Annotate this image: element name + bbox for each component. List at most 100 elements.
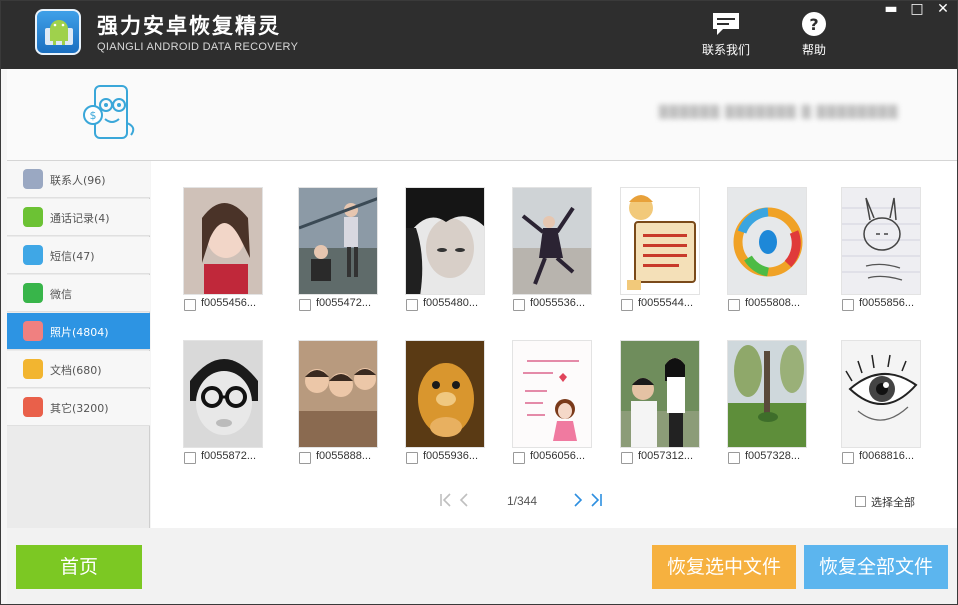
help-button[interactable]: ? 帮助	[779, 9, 849, 65]
sidebar-item-call-log[interactable]: 通话记录(4)	[7, 199, 150, 236]
photo-filename: f0055808...	[745, 297, 801, 309]
photo-filename: f0055888...	[316, 450, 372, 462]
recover-all-button[interactable]: 恢复全部文件	[804, 545, 948, 589]
first-page-icon[interactable]	[437, 491, 455, 509]
app-logo	[35, 9, 81, 55]
photo-thumbnail[interactable]	[727, 340, 807, 448]
photo-item: f0057328...	[727, 340, 827, 470]
photo-filename: f0055536...	[530, 297, 586, 309]
call-log-icon	[23, 207, 43, 227]
photo-filename: f0055480...	[423, 297, 479, 309]
prev-page-icon[interactable]	[455, 491, 473, 509]
sidebar-item-label: 通话记录(4)	[50, 212, 110, 225]
photo-thumbnail[interactable]	[405, 340, 485, 448]
photo-thumbnail[interactable]	[298, 187, 378, 295]
photo-item: f0055856...	[841, 187, 941, 317]
photo-checkbox[interactable]	[299, 299, 311, 311]
sidebar-item-photos[interactable]: 照片(4804)	[7, 313, 150, 350]
photo-checkbox[interactable]	[513, 299, 525, 311]
sidebar-item-documents[interactable]: 文档(680)	[7, 351, 150, 388]
photo-item: f0057312...	[620, 340, 720, 470]
maximize-button[interactable]: □	[907, 1, 927, 19]
photo-thumbnail[interactable]	[512, 340, 592, 448]
select-all-checkbox[interactable]	[855, 496, 866, 507]
minimize-button[interactable]: ▬	[881, 1, 901, 19]
page-indicator: 1/344	[507, 494, 538, 508]
photo-thumbnail[interactable]	[841, 187, 921, 295]
photo-checkbox[interactable]	[184, 299, 196, 311]
photo-checkbox[interactable]	[406, 299, 418, 311]
app-window: 强力安卓恢复精灵 QIANGLI ANDROID DATA RECOVERY 联…	[0, 0, 958, 605]
sidebar-item-sms[interactable]: 短信(47)	[7, 237, 150, 274]
photo-checkbox[interactable]	[513, 452, 525, 464]
sidebar-item-label: 联系人(96)	[50, 174, 106, 187]
title-bar: 强力安卓恢复精灵 QIANGLI ANDROID DATA RECOVERY 联…	[1, 1, 957, 69]
photo-thumbnail[interactable]	[841, 340, 921, 448]
photo-filename: f0057328...	[745, 450, 801, 462]
sidebar-item-wechat[interactable]: 微信	[7, 275, 150, 312]
app-subtitle: QIANGLI ANDROID DATA RECOVERY	[97, 41, 299, 53]
photo-filename: f0057312...	[638, 450, 694, 462]
wechat-icon	[23, 283, 43, 303]
photo-checkbox[interactable]	[842, 299, 854, 311]
photo-filename: f0055872...	[201, 450, 257, 462]
sms-icon	[23, 245, 43, 265]
photo-item: f0055480...	[405, 187, 505, 317]
photo-filename: f0055544...	[638, 297, 694, 309]
photo-thumbnail[interactable]	[405, 187, 485, 295]
android-robot-icon	[45, 20, 73, 45]
photo-thumbnail[interactable]	[620, 187, 700, 295]
home-button[interactable]: 首页	[16, 545, 142, 589]
phone-mascot-icon: $	[83, 85, 135, 139]
photo-checkbox[interactable]	[406, 452, 418, 464]
photo-filename: f0068816...	[859, 450, 915, 462]
photo-thumbnail[interactable]	[512, 187, 592, 295]
app-title: 强力安卓恢复精灵	[97, 14, 281, 38]
photo-item: f0055872...	[183, 340, 283, 470]
photo-filename: f0056056...	[530, 450, 586, 462]
photo-checkbox[interactable]	[299, 452, 311, 464]
contact-us-label: 联系我们	[701, 43, 750, 57]
photo-checkbox[interactable]	[728, 452, 740, 464]
photo-checkbox[interactable]	[728, 299, 740, 311]
photo-thumbnail[interactable]	[298, 340, 378, 448]
sidebar-item-contacts[interactable]: 联系人(96)	[7, 161, 150, 198]
photo-checkbox[interactable]	[621, 299, 633, 311]
last-page-icon[interactable]	[587, 491, 605, 509]
sidebar-item-label: 微信	[50, 288, 72, 301]
help-icon: ?	[802, 12, 826, 36]
photo-thumbnail[interactable]	[183, 187, 263, 295]
photo-thumbnail[interactable]	[183, 340, 263, 448]
photo-checkbox[interactable]	[621, 452, 633, 464]
photo-thumbnail[interactable]	[620, 340, 700, 448]
photo-thumbnail[interactable]	[727, 187, 807, 295]
photo-item: f0055544...	[620, 187, 720, 317]
photo-item: f0068816...	[841, 340, 941, 470]
sidebar-item-label: 其它(3200)	[50, 402, 109, 415]
photo-icon	[23, 321, 43, 341]
photo-item: f0055888...	[298, 340, 398, 470]
next-page-icon[interactable]	[569, 491, 587, 509]
document-icon	[23, 359, 43, 379]
sidebar-item-other[interactable]: 其它(3200)	[7, 389, 150, 426]
photo-checkbox[interactable]	[184, 452, 196, 464]
bottom-action-bar: 首页 恢复选中文件 恢复全部文件	[7, 528, 957, 604]
chat-icon	[713, 13, 739, 35]
contacts-icon	[23, 169, 43, 189]
svg-text:$: $	[90, 109, 97, 122]
close-button[interactable]: ✕	[933, 1, 953, 19]
help-label: 帮助	[801, 43, 826, 57]
contact-us-button[interactable]: 联系我们	[691, 9, 761, 65]
photo-item: f0055936...	[405, 340, 505, 470]
photo-checkbox[interactable]	[842, 452, 854, 464]
photo-item: f0056056...	[512, 340, 612, 470]
device-header: $ ▒▒▒▒▒▒ ▒▒▒▒▒▒▒ ▒ ▒▒▒▒▒▒▒▒	[7, 69, 957, 161]
svg-text:?: ?	[809, 15, 818, 34]
photo-item: f0055472...	[298, 187, 398, 317]
photo-filename: f0055936...	[423, 450, 479, 462]
photo-filename: f0055456...	[201, 297, 257, 309]
photo-item: f0055536...	[512, 187, 612, 317]
sidebar-item-label: 文档(680)	[50, 364, 102, 377]
recover-selected-button[interactable]: 恢复选中文件	[652, 545, 796, 589]
photo-item: f0055456...	[183, 187, 283, 317]
